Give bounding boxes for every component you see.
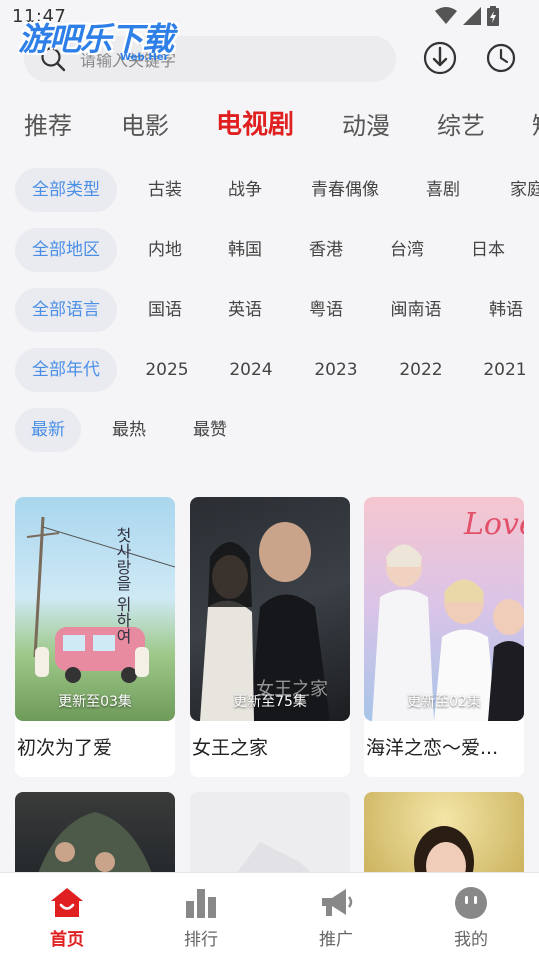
chip-region[interactable]: 内地 [130,228,200,272]
chip-year[interactable]: 2024 [216,348,286,392]
filter-row-sort: 最新 最热 最赞 [0,408,539,454]
chip-language-all[interactable]: 全部语言 [15,288,117,332]
chip-sort-latest[interactable]: 最新 [15,408,81,452]
chip-type[interactable]: 战争 [210,168,280,212]
filter-row-type: 全部类型 古装 战争 青春偶像 喜剧 家庭 [0,168,539,214]
chip-language[interactable]: 闽南语 [378,288,454,332]
chip-region[interactable]: 日本 [453,228,523,272]
wifi-icon [435,7,457,24]
chip-language[interactable]: 韩语 [471,288,539,332]
nav-label: 排行 [184,930,218,950]
chip-region[interactable]: 韩国 [210,228,280,272]
chip-sort-liked[interactable]: 最赞 [177,408,243,452]
chip-sort-hot[interactable]: 最热 [96,408,162,452]
bar-chart-icon [186,889,216,918]
show-title: 海洋之恋～爱... [366,737,499,759]
nav-ranking[interactable]: 排行 [134,873,268,958]
show-card[interactable]: 첫사랑을 위하여 更新至03集 初次为了爱 [15,497,175,777]
show-card[interactable] [364,792,524,882]
download-icon[interactable] [422,40,458,76]
profile-face-icon [455,887,487,919]
chip-type-all[interactable]: 全部类型 [15,168,117,212]
show-card-placeholder[interactable] [190,792,350,882]
bottom-nav: 首页 排行 推广 我的 [0,872,539,958]
poster-art [414,826,474,882]
nav-promote[interactable]: 推广 [269,873,403,958]
poster-text: Love [464,507,524,542]
show-poster: 女王之家 更新至75集 [190,497,350,721]
show-card[interactable] [15,792,175,882]
chip-region-all[interactable]: 全部地区 [15,228,117,272]
home-icon [51,888,83,917]
chip-language[interactable]: 国语 [130,288,200,332]
show-card[interactable]: Love 更新至02集 海洋之恋～爱... [364,497,524,777]
poster-art [26,516,175,683]
chip-type[interactable]: 古装 [130,168,200,212]
tab-variety[interactable]: 综艺 [437,106,485,141]
chip-region[interactable]: 台湾 [372,228,442,272]
nav-home[interactable]: 首页 [0,873,134,958]
tab-tv-series[interactable]: 电视剧 [216,104,294,141]
history-clock-icon[interactable] [483,40,519,76]
tab-anime[interactable]: 动漫 [342,106,390,141]
chip-region[interactable]: 香港 [291,228,361,272]
status-icons [435,6,499,26]
show-poster: 첫사랑을 위하여 更新至03集 [15,497,175,721]
chip-type[interactable]: 家庭 [492,168,539,212]
chip-type[interactable]: 青春偶像 [296,168,394,212]
chip-language[interactable]: 粤语 [291,288,361,332]
nav-label: 首页 [50,930,84,950]
signal-icon [463,7,481,25]
chip-year[interactable]: 2023 [301,348,371,392]
nav-profile[interactable]: 我的 [404,873,538,958]
tab-short[interactable]: 短 [532,106,539,141]
chip-year[interactable]: 2025 [132,348,202,392]
nav-label: 推广 [319,930,353,950]
show-poster: Love 更新至02集 [364,497,524,721]
battery-icon [487,6,499,26]
poster-art [35,812,155,882]
episode-badge: 更新至02集 [407,694,481,710]
image-placeholder-icon [230,842,320,882]
show-card[interactable]: 女王之家 更新至75集 女王之家 [190,497,350,777]
filter-row-language: 全部语言 国语 英语 粤语 闽南语 韩语 [0,288,539,334]
chip-year[interactable]: 2022 [386,348,456,392]
tab-movies[interactable]: 电影 [121,106,169,141]
poster-text: 첫사랑을 위하여 [113,527,132,645]
watermark-sub: Web.Her [120,52,169,63]
episode-badge: 更新至75集 [233,694,307,710]
tab-recommend[interactable]: 推荐 [24,106,72,141]
chip-year[interactable]: 2021 [470,348,539,392]
show-title: 初次为了爱 [17,737,113,759]
chip-type[interactable]: 喜剧 [408,168,478,212]
show-title: 女王之家 [192,737,269,759]
chip-year-all[interactable]: 全部年代 [15,348,117,392]
nav-label: 我的 [454,930,488,950]
episode-badge: 更新至03集 [58,694,132,710]
filter-row-year: 全部年代 2025 2024 2023 2022 2021 [0,348,539,394]
filter-row-region: 全部地区 内地 韩国 香港 台湾 日本 [0,228,539,274]
megaphone-icon [322,889,353,916]
chip-language[interactable]: 英语 [210,288,280,332]
category-tabs: 推荐 电影 电视剧 动漫 综艺 短 [0,100,539,146]
